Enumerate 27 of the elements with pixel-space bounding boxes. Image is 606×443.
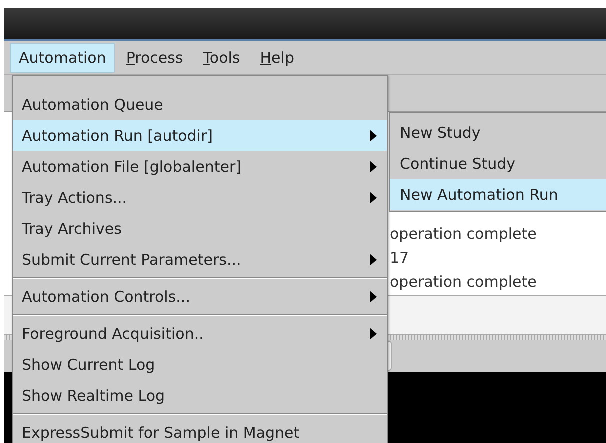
menu-item[interactable]: Continue Study <box>390 148 606 179</box>
menu-item[interactable]: New Automation Run <box>390 179 606 210</box>
menu-bar-item[interactable]: Process <box>117 42 192 72</box>
submenu-arrow-icon <box>370 290 377 302</box>
menu-item[interactable]: Automation File [globalenter] <box>13 151 387 182</box>
menu-item[interactable]: Tray Actions... <box>13 182 387 213</box>
menu-item[interactable]: Automation Run [autodir] <box>13 120 387 151</box>
submenu-arrow-icon <box>370 130 377 142</box>
log-line: operation complete <box>390 224 538 245</box>
submenu-arrow-icon <box>370 160 377 172</box>
menu-item[interactable]: Tray Archives <box>13 213 387 244</box>
log-line: operation complete <box>390 272 538 293</box>
menu-bar-item[interactable]: Help <box>251 42 304 72</box>
menu-item[interactable]: Show Realtime Log <box>13 380 387 411</box>
menu-bar-item[interactable]: Tools <box>194 42 250 72</box>
menu-item[interactable]: Automation Queue <box>13 89 387 120</box>
log-line: 17 <box>390 248 410 269</box>
menu-item[interactable]: New Study <box>390 117 606 148</box>
submenu-arrow-icon <box>370 328 377 340</box>
menu-item[interactable]: ExpressSubmit for Sample in Magnet <box>13 417 387 443</box>
menu-item[interactable]: Foreground Acquisition.. <box>13 318 387 349</box>
menu-item[interactable]: Show Current Log <box>13 349 387 380</box>
menu-item[interactable]: Automation Controls... <box>13 281 387 312</box>
submenu-arrow-icon <box>370 192 377 204</box>
menu-bar-item[interactable]: Automation <box>10 42 116 72</box>
submenu-arrow-icon <box>370 254 377 266</box>
menu-item[interactable]: Submit Current Parameters... <box>13 244 387 275</box>
